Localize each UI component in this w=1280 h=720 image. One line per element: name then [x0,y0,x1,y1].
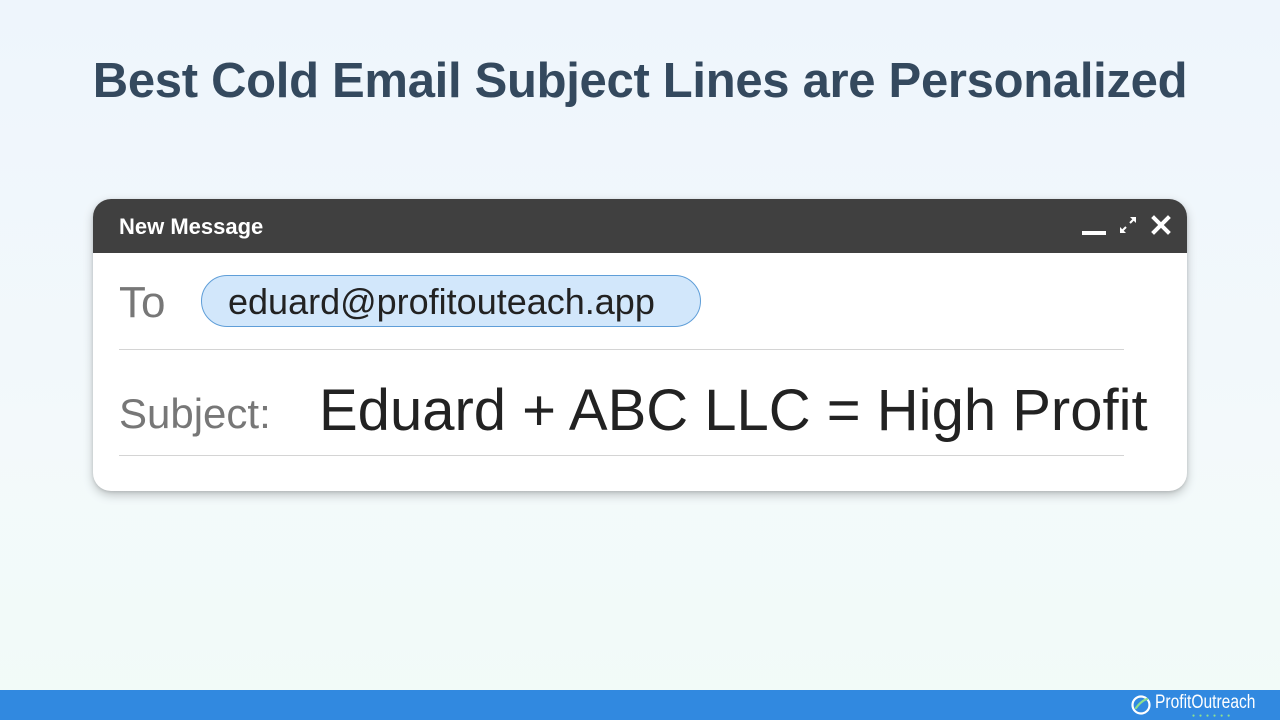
brand-mark-icon [1131,695,1151,715]
minimize-icon[interactable] [1081,221,1107,237]
compose-window: New Message To eduard@profitouteach.app … [93,199,1187,491]
to-label: To [119,278,166,327]
brand-dots: ●●●●●● [1192,713,1235,719]
compose-header: New Message [93,199,1187,253]
compose-title: New Message [119,214,264,239]
divider [119,455,1124,456]
recipient-chip[interactable]: eduard@profitouteach.app [201,275,701,327]
footer-bar [0,690,1280,720]
expand-icon[interactable] [1117,214,1139,236]
divider [119,349,1124,350]
recipient-email: eduard@profitouteach.app [228,281,655,322]
page-title: Best Cold Email Subject Lines are Person… [92,54,1188,108]
brand-logo: ProfitOutreach ●●●●●● [1130,692,1270,719]
close-icon[interactable] [1150,214,1172,236]
brand-name: ProfitOutreach [1155,692,1256,713]
subject-field[interactable]: Eduard + ABC LLC = High Profit [319,381,1148,441]
subject-label: Subject: [119,390,271,437]
